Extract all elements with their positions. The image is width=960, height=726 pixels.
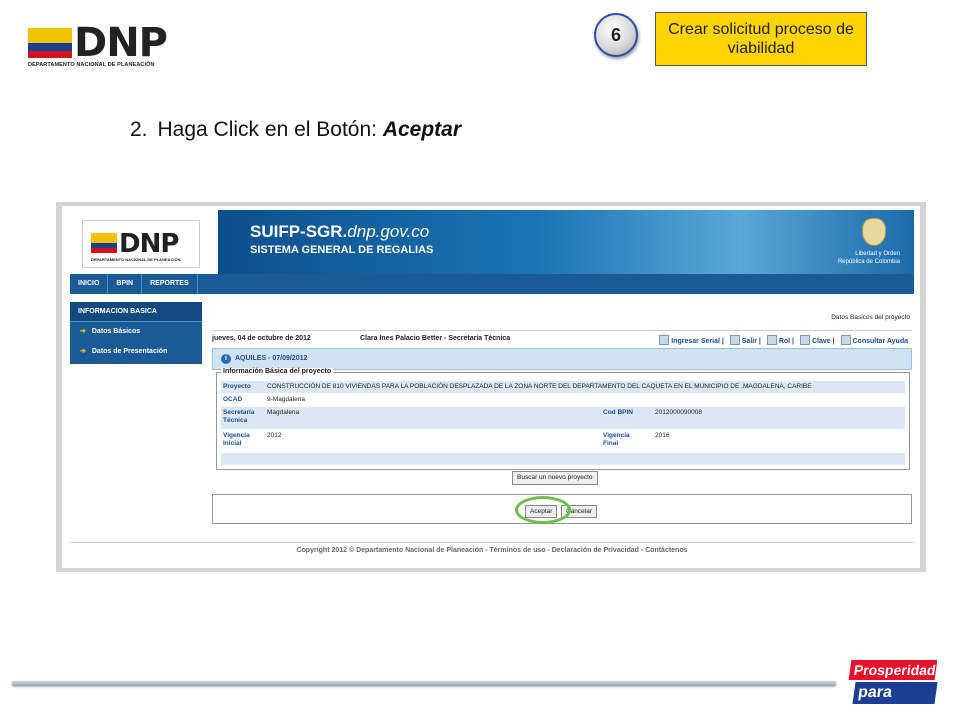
prosperidad-line2: para todos (852, 682, 938, 723)
breadcrumb: Datos Basicos del proyecto (831, 314, 910, 321)
app-screenshot: DNP DEPARTAMENTO NACIONAL DE PLANEACIÓN … (56, 202, 926, 572)
coat-of-arms-icon (862, 218, 886, 246)
row-proyecto: Proyecto CONSTRUCCIÓN DE 810 VIVIENDAS P… (221, 381, 905, 393)
key-icon (799, 335, 810, 345)
instruction-emphasis: Aceptar (382, 118, 462, 141)
value-vigencia-final: 2016 (655, 432, 670, 439)
prosperidad-line1: Prosperidad (848, 660, 938, 680)
sidebar: INFORMACION BASICA ➔ Datos Básicos ➔ Datos… (70, 302, 202, 364)
label-cod-bpin: Cod BPIN (603, 409, 633, 416)
help-icon (840, 335, 851, 345)
value-secretaria: Magdalena (267, 409, 300, 416)
value-vigencia-inicial: 2012 (267, 432, 282, 439)
nav-item-bpin[interactable]: BPIN (108, 274, 143, 294)
dnp-logo: DNP DEPARTAMENTO NACIONAL DE PLANEACIÓN (28, 22, 188, 72)
slide-divider (12, 681, 836, 686)
app-dnp-logo: DNP DEPARTAMENTO NACIONAL DE PLANEACIÓN (82, 220, 200, 268)
info-icon: i (221, 354, 231, 364)
serial-icon (659, 335, 670, 345)
arrow-right-icon: ➔ (80, 348, 86, 355)
user-info: Clara Ines Palacio Better - Secretaría T… (360, 335, 511, 342)
top-nav: INICIO BPIN REPORTES (70, 274, 914, 294)
label-vigencia-final: Vigencia Final (603, 432, 630, 447)
value-proyecto: CONSTRUCCIÓN DE 810 VIVIENDAS PARA LA PO… (267, 383, 812, 390)
action-button-box: Aceptar Cancelar (212, 494, 912, 524)
project-info-fieldset: Información Básica del proyecto Proyecto… (216, 368, 910, 470)
instruction-text: 2. Haga Click en el Botón: Aceptar (130, 118, 461, 142)
session-info: jueves, 04 de octubre de 2012 Clara Ines… (212, 330, 912, 346)
prosperidad-logo: Prosperidad para todos (848, 660, 940, 723)
label-ocad: OCAD (223, 396, 243, 403)
banner-subtitle: SISTEMA GENERAL DE REGALIAS (250, 244, 434, 256)
dnp-logo-subtitle: DEPARTAMENTO NACIONAL DE PLANEACIÓN (28, 62, 155, 68)
nav-item-inicio[interactable]: INICIO (70, 274, 109, 294)
label-proyecto: Proyecto (223, 383, 251, 390)
app-logo-word: DNP (119, 229, 179, 259)
sidebar-header: INFORMACION BASICA (70, 302, 202, 322)
slide-title: Crear solicitud proceso de viabilidad (655, 12, 867, 66)
row-ocad: OCAD 9-Magdalena (221, 394, 905, 406)
nav-item-reportes[interactable]: REPORTES (142, 274, 198, 294)
user-links: Ingresar Serial | Salir | Rol | Clave | … (655, 335, 908, 345)
row-empty (221, 453, 905, 465)
link-salir[interactable]: Salir (729, 335, 757, 345)
fieldset-legend: Información Básica del proyecto (221, 368, 334, 375)
arrow-right-icon: ➔ (80, 328, 86, 335)
republica-label: Libertad y Orden República de Colombia (837, 251, 900, 265)
app-banner: SUIFP-SGR.dnp.gov.co SISTEMA GENERAL DE … (218, 210, 914, 274)
buscar-proyecto-button[interactable]: Buscar un nuevo proyecto (512, 471, 598, 485)
link-rol[interactable]: Rol (766, 335, 790, 345)
label-vigencia-inicial: Vigencia Inicial (223, 432, 250, 447)
value-cod-bpin: 2012000090008 (655, 409, 702, 416)
project-bar-title: AQUILES - 07/09/2012 (235, 355, 308, 362)
app-footer: Copyright 2012 © Departamento Nacional d… (70, 542, 914, 554)
role-icon (766, 335, 777, 345)
current-date: jueves, 04 de octubre de 2012 (212, 335, 311, 342)
banner-title: SUIFP-SGR.dnp.gov.co (250, 222, 430, 241)
instruction-body: Haga Click en el Botón: (157, 118, 383, 141)
row-secretaria: Secretaría Técnica Magdalena Cod BPIN 20… (221, 407, 905, 429)
highlight-ring (515, 496, 571, 524)
sidebar-item-datos-presentacion[interactable]: ➔ Datos de Presentación (70, 342, 202, 362)
link-clave[interactable]: Clave (799, 335, 831, 345)
link-consultar-ayuda[interactable]: Consultar Ayuda (840, 335, 908, 345)
sidebar-item-datos-basicos[interactable]: ➔ Datos Básicos (70, 322, 202, 342)
dnp-logo-word: DNP (74, 20, 168, 66)
app-flag-icon (91, 233, 117, 253)
app-logo-subtitle: DEPARTAMENTO NACIONAL DE PLANEACIÓN (91, 257, 181, 262)
row-vigencia: Vigencia Inicial 2012 Vigencia Final 201… (221, 430, 905, 452)
label-secretaria: Secretaría Técnica (223, 409, 255, 424)
project-bar: i AQUILES - 07/09/2012 (212, 348, 912, 370)
colombia-flag-icon (28, 28, 72, 58)
value-ocad: 9-Magdalena (267, 396, 305, 403)
instruction-number: 2. (130, 118, 148, 141)
link-ingresar-serial[interactable]: Ingresar Serial (659, 335, 720, 345)
exit-icon (729, 335, 740, 345)
app-window: DNP DEPARTAMENTO NACIONAL DE PLANEACIÓN … (62, 206, 920, 568)
step-number-badge: 6 (594, 13, 638, 57)
